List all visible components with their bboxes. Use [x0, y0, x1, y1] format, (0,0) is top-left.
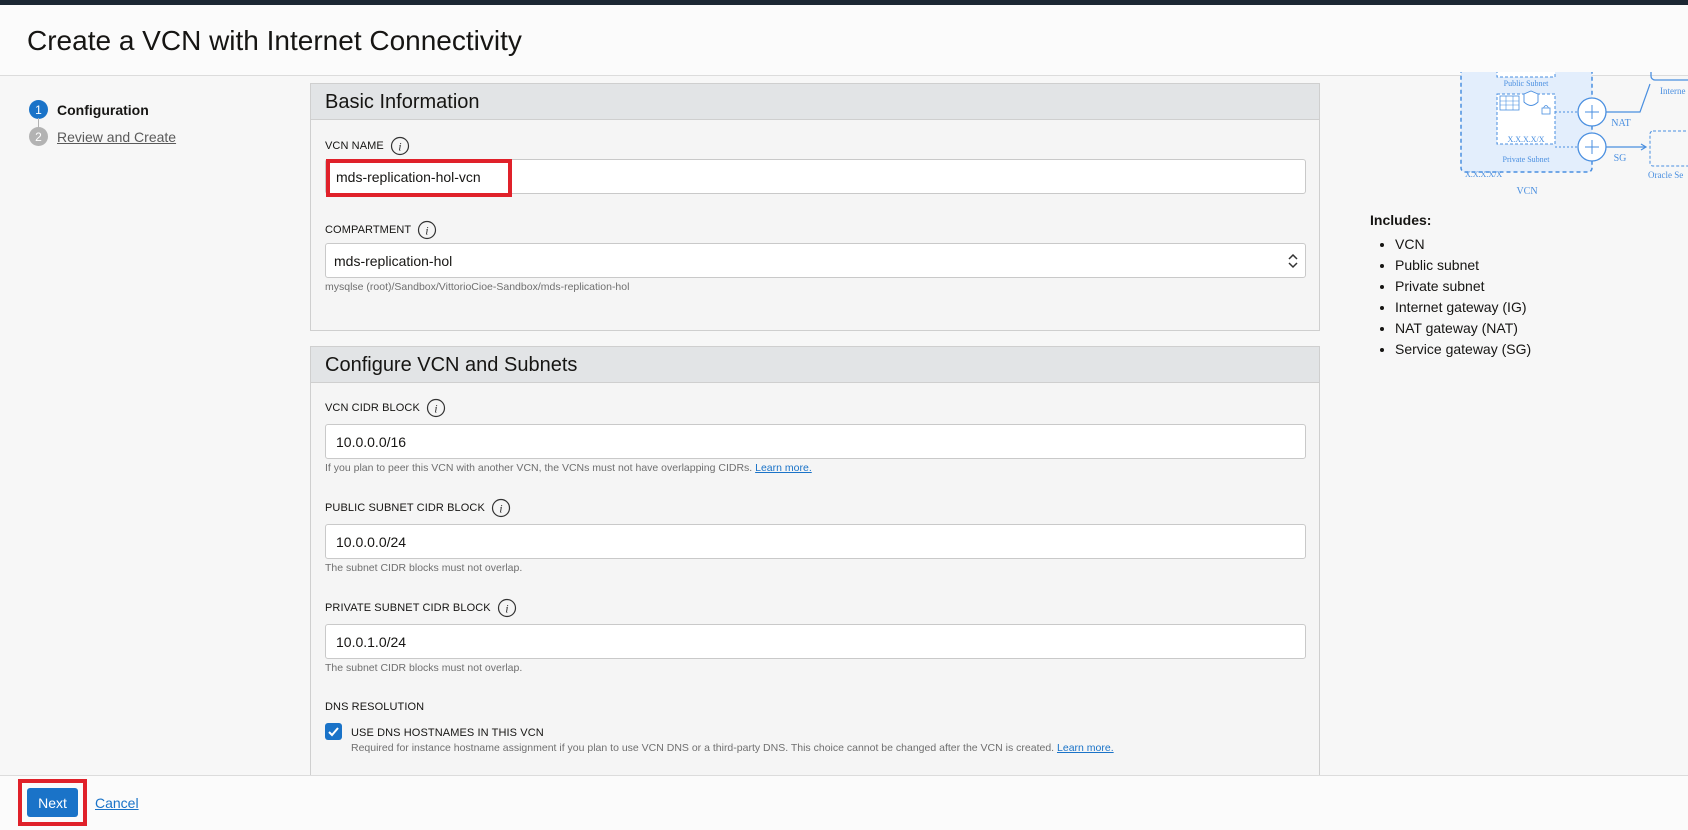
- page-header: Create a VCN with Internet Connectivity: [0, 5, 1688, 76]
- list-item: Public subnet: [1395, 255, 1531, 276]
- info-icon[interactable]: i: [417, 220, 437, 240]
- internet-label: Interne: [1660, 86, 1685, 96]
- info-icon[interactable]: i: [390, 136, 410, 156]
- step-number: 1: [29, 100, 48, 119]
- private-subnet-cidr: X.X.X.X/X: [1507, 135, 1544, 144]
- learn-more-link[interactable]: Learn more.: [1057, 742, 1114, 754]
- list-item: Private subnet: [1395, 276, 1531, 297]
- compartment-select-value: mds-replication-hol: [334, 253, 453, 269]
- compartment-select[interactable]: mds-replication-hol: [325, 243, 1306, 278]
- wizard-steps: 1 Configuration 2 Review and Create: [29, 96, 176, 150]
- svg-text:i: i: [505, 602, 508, 616]
- label-text: VCN CIDR BLOCK: [325, 402, 420, 414]
- panel-title: Basic Information: [311, 84, 1319, 120]
- oracle-services-box: [1649, 130, 1688, 167]
- includes-list: VCN Public subnet Private subnet Interne…: [1370, 234, 1531, 360]
- vcn-label: VCN: [1516, 186, 1537, 197]
- public-subnet-label: Public Subnet: [1504, 79, 1549, 88]
- label-text: VCN NAME: [325, 140, 384, 152]
- vcn-cidr-input[interactable]: 10.0.0.0/16: [325, 424, 1306, 459]
- list-item: VCN: [1395, 234, 1531, 255]
- use-dns-hostnames-label: USE DNS HOSTNAMES IN THIS VCN: [351, 727, 544, 739]
- basic-information-panel: Basic Information VCN NAME i mds-replica…: [310, 83, 1320, 331]
- private-subnet-label: Private Subnet: [1503, 155, 1551, 164]
- svg-text:i: i: [434, 402, 437, 416]
- help-text: Required for instance hostname assignmen…: [351, 742, 1055, 754]
- configure-vcn-panel: Configure VCN and Subnets VCN CIDR BLOCK…: [310, 346, 1320, 776]
- help-text: If you plan to peer this VCN with anothe…: [325, 462, 753, 474]
- public-subnet-cidr-help: The subnet CIDR blocks must not overlap.: [325, 562, 523, 574]
- panel-title: Configure VCN and Subnets: [311, 347, 1319, 383]
- highlight-box: [326, 159, 512, 197]
- label-text: COMPARTMENT: [325, 224, 412, 236]
- step-configuration[interactable]: 1 Configuration: [29, 96, 176, 123]
- cancel-link[interactable]: Cancel: [95, 795, 139, 811]
- svg-text:i: i: [499, 502, 502, 516]
- svg-text:i: i: [398, 140, 401, 154]
- oracle-services-label: Oracle Se: [1648, 170, 1683, 180]
- use-dns-hostnames-checkbox[interactable]: [325, 723, 342, 740]
- list-item: NAT gateway (NAT): [1395, 318, 1531, 339]
- includes-title: Includes:: [1370, 212, 1432, 228]
- checkmark-icon: [328, 727, 339, 737]
- compartment-path: mysqlse (root)/Sandbox/VittorioCioe-Sand…: [325, 281, 630, 293]
- step-label: Review and Create: [57, 128, 177, 145]
- step-number: 2: [29, 127, 48, 146]
- info-icon[interactable]: i: [426, 398, 446, 418]
- dns-resolution-label: DNS RESOLUTION: [325, 701, 425, 713]
- internet-box: [1650, 72, 1688, 81]
- svg-text:i: i: [426, 224, 429, 238]
- label-text: PUBLIC SUBNET CIDR BLOCK: [325, 502, 485, 514]
- label-text: PRIVATE SUBNET CIDR BLOCK: [325, 602, 491, 614]
- private-subnet-cidr-input[interactable]: 10.0.1.0/24: [325, 624, 1306, 659]
- step-review-and-create[interactable]: 2 Review and Create: [29, 123, 176, 150]
- chevron-up-down-icon: [1287, 251, 1299, 271]
- public-subnet-box: [1496, 72, 1556, 78]
- step-label: Configuration: [57, 101, 149, 118]
- public-subnet-cidr-label: PUBLIC SUBNET CIDR BLOCK i: [325, 498, 511, 518]
- vcn-diagram: Public Subnet X.X.X.X/X Private Subnet X…: [1455, 72, 1688, 202]
- highlight-box: [18, 779, 87, 826]
- sg-label: SG: [1614, 153, 1627, 164]
- public-subnet-cidr-input[interactable]: 10.0.0.0/24: [325, 524, 1306, 559]
- nat-label: NAT: [1611, 118, 1630, 129]
- compartment-label: COMPARTMENT i: [325, 220, 437, 240]
- vcn-cidr-help: If you plan to peer this VCN with anothe…: [325, 462, 812, 474]
- dns-help: Required for instance hostname assignmen…: [351, 742, 1114, 754]
- learn-more-link[interactable]: Learn more.: [755, 462, 812, 474]
- vcn-name-label: VCN NAME i: [325, 136, 410, 156]
- info-icon[interactable]: i: [491, 498, 511, 518]
- info-icon[interactable]: i: [497, 598, 517, 618]
- shield-icon: [1523, 90, 1539, 106]
- vcn-cidr: X.X.X.X/X: [1465, 170, 1502, 179]
- private-subnet-cidr-label: PRIVATE SUBNET CIDR BLOCK i: [325, 598, 517, 618]
- private-subnet-cidr-help: The subnet CIDR blocks must not overlap.: [325, 662, 523, 674]
- vcn-cidr-label: VCN CIDR BLOCK i: [325, 398, 446, 418]
- page-title: Create a VCN with Internet Connectivity: [27, 25, 522, 56]
- list-item: Internet gateway (IG): [1395, 297, 1531, 318]
- footer-bar: Next Cancel: [0, 775, 1688, 830]
- includes-section: Includes: VCN Public subnet Private subn…: [1370, 212, 1531, 360]
- list-item: Service gateway (SG): [1395, 339, 1531, 360]
- step-connector: [38, 118, 39, 128]
